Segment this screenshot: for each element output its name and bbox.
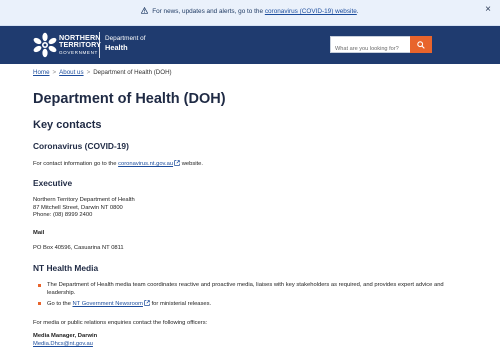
logo-emblem-icon — [33, 32, 57, 58]
search-input[interactable] — [331, 41, 410, 57]
header-divider — [99, 32, 100, 58]
breadcrumb-separator: > — [86, 69, 91, 76]
executive-phone: Phone: (08) 8999 2400 — [33, 212, 93, 219]
external-link-icon — [174, 160, 180, 166]
search-icon — [417, 40, 425, 49]
warning-icon — [141, 6, 149, 14]
logo-wordmark: NORTHERN TERRITORY GOVERNMENT — [59, 34, 101, 57]
executive-heading: Executive — [33, 178, 73, 188]
coronavirus-nt-link[interactable]: coronavirus.nt.gov.au — [118, 161, 173, 167]
alert-message: For news, updates and alerts, go to the … — [0, 6, 500, 15]
media-email-row: Media.Dhcs@nt.gov.au — [33, 341, 93, 348]
breadcrumb: Home > About us > Department of Health (DOH) — [33, 69, 172, 76]
close-icon[interactable]: × — [485, 5, 491, 15]
coronavirus-heading: Coronavirus (COVID-19) — [33, 141, 129, 151]
list-item: Go to the NT Government Newsroom for min… — [38, 300, 458, 309]
mail-label: Mail — [33, 230, 45, 236]
alert-text: For news, updates and alerts, go to the — [152, 8, 264, 15]
search-button[interactable] — [410, 36, 432, 53]
breadcrumb-separator: > — [52, 69, 57, 76]
coronavirus-text-suffix: website. — [181, 161, 203, 167]
department-line-2: Health — [105, 43, 128, 52]
coronavirus-website-link[interactable]: coronavirus (COVID-19) website — [265, 8, 357, 15]
bullet-icon — [38, 284, 41, 287]
search-box — [330, 36, 410, 57]
media-list: The Department of Health media team coor… — [38, 282, 458, 312]
coronavirus-text-prefix: For contact information go to the — [33, 161, 117, 167]
mail-address: PO Box 40596, Casuarina NT 0811 — [33, 245, 124, 251]
page-title: Department of Health (DOH) — [33, 91, 226, 107]
media-bullet-1: The Department of Health media team coor… — [47, 282, 444, 296]
nt-government-newsroom-link[interactable]: NT Government Newsroom — [72, 301, 142, 307]
coronavirus-paragraph: For contact information go to the corona… — [33, 160, 203, 169]
bullet-2-suffix: for ministerial releases. — [151, 301, 212, 308]
list-item: The Department of Health media team coor… — [38, 282, 458, 297]
media-email-link[interactable]: Media.Dhcs@nt.gov.au — [33, 341, 93, 347]
logo-line-2: TERRITORY — [59, 40, 102, 50]
breadcrumb-current: Department of Health (DOH) — [93, 69, 172, 76]
executive-line-2: 87 Mitchell Street, Darwin NT 0800 — [33, 204, 123, 211]
logo-line-3: GOVERNMENT — [59, 50, 98, 56]
department-line-1: Department of — [105, 35, 146, 42]
bullet-icon — [38, 302, 41, 306]
media-enquiries-text: For media or public relations enquiries … — [33, 320, 208, 326]
alert-suffix: . — [356, 8, 359, 15]
media-manager-label: Media Manager, Darwin — [33, 333, 98, 339]
department-name[interactable]: Department of Health — [105, 34, 146, 53]
breadcrumb-home[interactable]: Home — [33, 69, 50, 76]
alert-banner: For news, updates and alerts, go to the … — [0, 0, 500, 26]
media-heading: NT Health Media — [33, 263, 99, 273]
executive-line-1: Northern Territory Department of Health — [33, 197, 135, 203]
bullet-2-prefix: Go to the — [47, 301, 71, 308]
key-contacts-heading: Key contacts — [33, 119, 102, 131]
executive-address: Northern Territory Department of Health … — [33, 197, 135, 220]
breadcrumb-about-us[interactable]: About us — [59, 69, 83, 76]
external-link-icon — [144, 300, 150, 306]
